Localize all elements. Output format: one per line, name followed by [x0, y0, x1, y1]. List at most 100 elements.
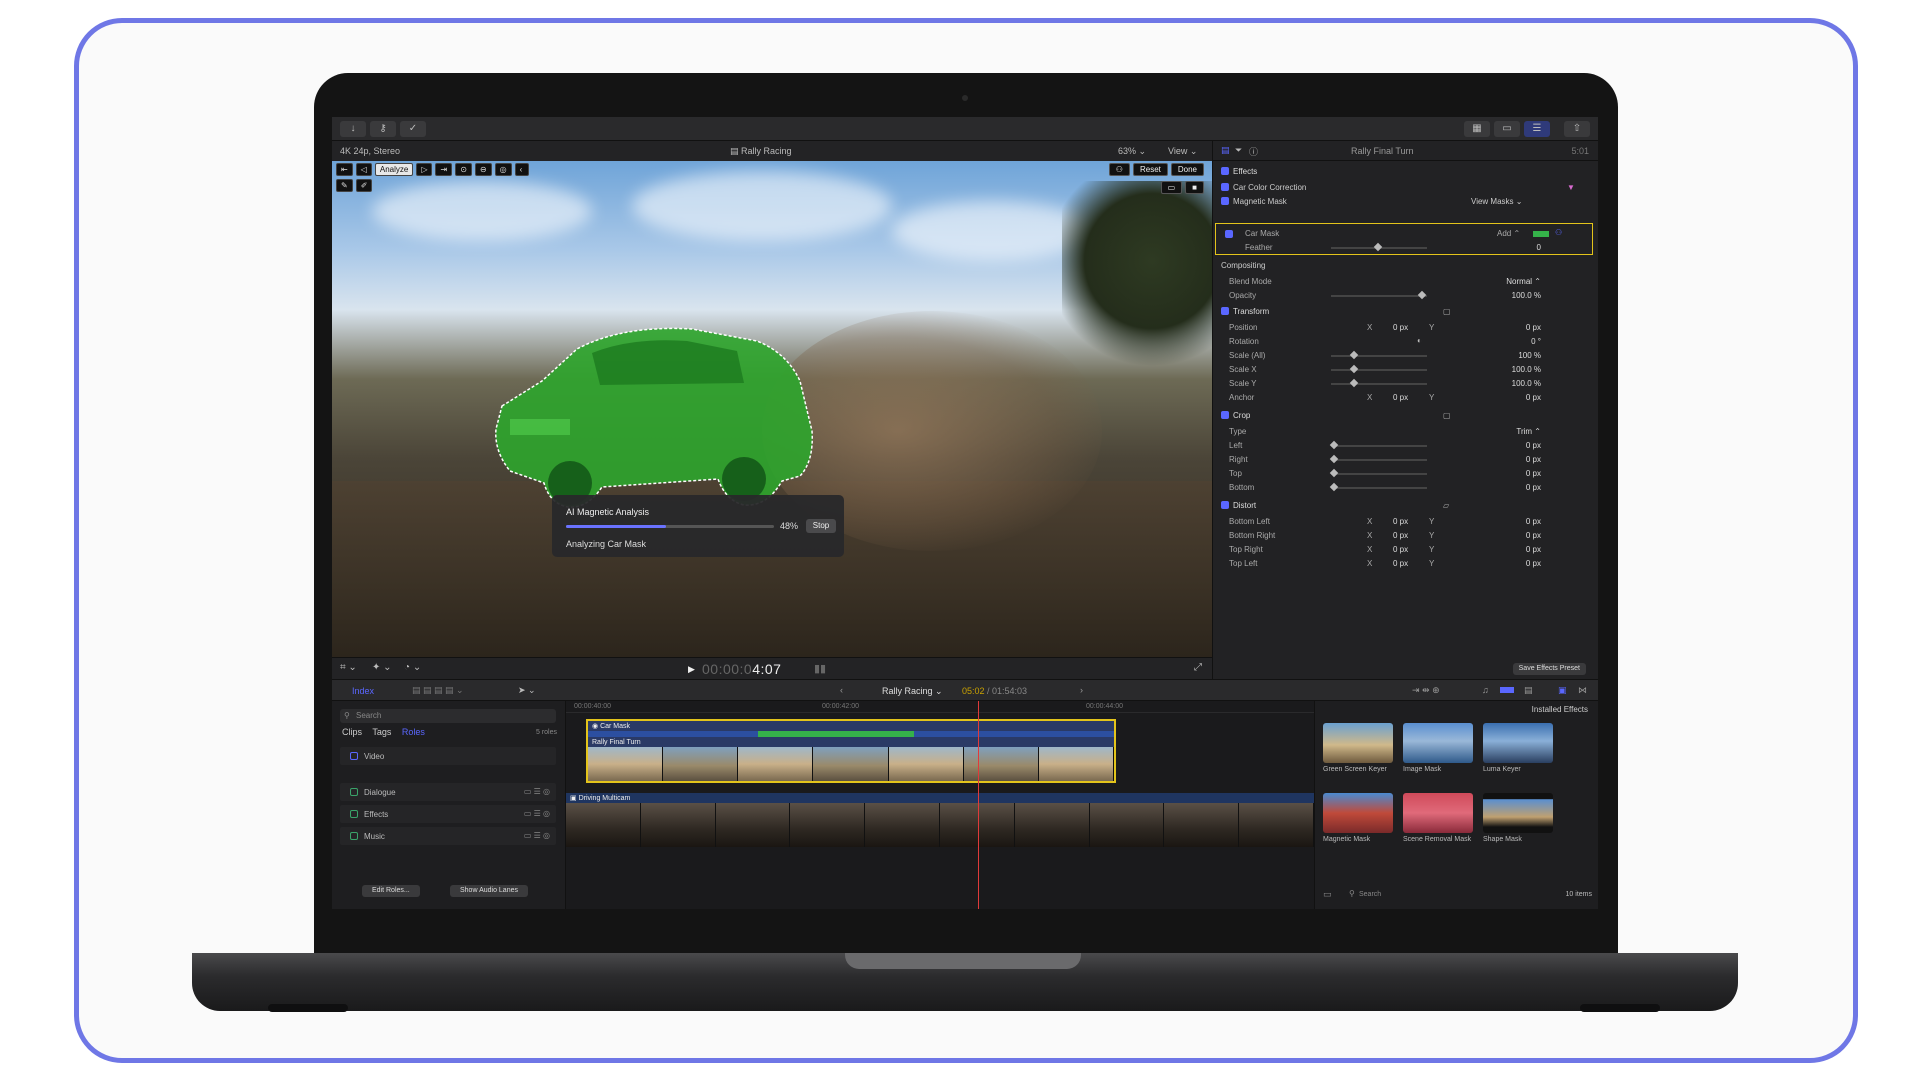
play-icon[interactable]: ▶ — [688, 664, 695, 675]
slider-knob[interactable] — [1417, 290, 1427, 300]
sidebar-toggle-icon[interactable]: ▭ — [1323, 889, 1332, 900]
crop-type-menu[interactable]: Trim ⌃ — [1516, 427, 1541, 436]
fullscreen-icon[interactable]: ⤢ — [1194, 662, 1202, 673]
viewer-canvas[interactable]: ⇤ ◁ Analyze ▷ ⇥ ⊙ ⊖ ◎ ‹ ✎ ✐ ⚇ Reset Done… — [332, 161, 1212, 657]
role-row-effects[interactable]: Effects ▭ ☰ ◎ — [340, 805, 556, 823]
checkbox-icon[interactable] — [1221, 183, 1229, 191]
checkbox-icon[interactable] — [350, 752, 358, 760]
role-lane-icons[interactable]: ▭ ☰ ◎ — [524, 787, 550, 796]
clip-filter-icon[interactable]: ▤ — [1524, 685, 1533, 696]
person-icon[interactable]: ⚇ — [1555, 228, 1562, 237]
scale-y-value[interactable]: 100.0 % — [1512, 379, 1541, 388]
brush-erase-icon[interactable]: ✐ — [355, 179, 373, 192]
tab-clips[interactable]: Clips — [342, 727, 362, 737]
tab-tags[interactable]: Tags — [372, 727, 391, 737]
checkbox-icon[interactable] — [1221, 197, 1229, 205]
top-left-y-value[interactable]: 0 px — [1526, 559, 1541, 568]
select-tool-icon[interactable]: ➤ ⌄ — [518, 685, 536, 696]
checkbox-icon[interactable] — [350, 832, 358, 840]
view-menu[interactable]: View ⌄ — [1168, 146, 1197, 157]
effect-item[interactable]: Green Screen Keyer — [1323, 723, 1393, 774]
slider-knob[interactable] — [1349, 364, 1359, 374]
effect-item[interactable]: Scene Removal Mask — [1403, 793, 1473, 844]
checkbox-icon[interactable] — [350, 788, 358, 796]
role-row-music[interactable]: Music ▭ ☰ ◎ — [340, 827, 556, 845]
crop-left-slider[interactable] — [1329, 440, 1427, 450]
slider-knob[interactable] — [1329, 482, 1339, 492]
headphones-icon[interactable]: ♫ — [1482, 685, 1489, 695]
keyword-icon[interactable]: ⚷ — [370, 121, 396, 137]
magnetic-mask-row[interactable]: Magnetic Mask View Masks ⌄ — [1221, 197, 1585, 211]
scale-x-value[interactable]: 100.0 % — [1512, 365, 1541, 374]
reset-button[interactable]: Reset — [1132, 163, 1168, 176]
top-right-x-value[interactable]: 0 px — [1393, 545, 1408, 554]
car-color-correction-row[interactable]: Car Color Correction ▼ — [1221, 183, 1585, 197]
timeline-edit-icons[interactable]: ⇥ ⇹ ⊕ — [1412, 685, 1440, 696]
save-effects-preset-button[interactable]: Save Effects Preset — [1512, 663, 1586, 675]
mask-add-icon[interactable]: ⊙ — [455, 163, 472, 176]
top-right-y-value[interactable]: 0 px — [1526, 545, 1541, 554]
import-icon[interactable]: ↓ — [340, 121, 366, 137]
video-inspector-icon[interactable]: ▤ — [1221, 145, 1230, 156]
crop-right-slider[interactable] — [1329, 454, 1427, 464]
scale-all-slider[interactable] — [1331, 350, 1427, 360]
crop-top-value[interactable]: 0 px — [1526, 469, 1541, 478]
opacity-slider[interactable] — [1331, 290, 1427, 300]
overlay-toggle-icon[interactable]: ▭ — [1160, 181, 1183, 194]
effect-item[interactable]: Magnetic Mask — [1323, 793, 1393, 844]
stop-button[interactable]: Stop — [806, 519, 836, 533]
playhead[interactable] — [978, 701, 979, 909]
crop-right-value[interactable]: 0 px — [1526, 455, 1541, 464]
history-back-icon[interactable]: ‹ — [840, 685, 843, 695]
checkbox-icon[interactable] — [350, 810, 358, 818]
effects-search-input[interactable]: Search — [1359, 891, 1381, 898]
crop-left-value[interactable]: 0 px — [1526, 441, 1541, 450]
done-button[interactable]: Done — [1170, 163, 1204, 176]
rotation-dial-icon[interactable]: ◐ — [1417, 336, 1422, 345]
crop-bottom-value[interactable]: 0 px — [1526, 483, 1541, 492]
transform-onscreen-icon[interactable]: ▢ — [1443, 307, 1451, 316]
effect-item[interactable]: Shape Mask — [1483, 793, 1553, 844]
crop-top-slider[interactable] — [1329, 468, 1427, 478]
scale-all-value[interactable]: 100 % — [1518, 351, 1541, 360]
analyze-button[interactable]: Analyze — [374, 163, 414, 176]
position-x-value[interactable]: 0 px — [1393, 323, 1408, 332]
anchor-y-value[interactable]: 0 px — [1526, 393, 1541, 402]
effect-item[interactable]: Luma Keyer — [1483, 723, 1553, 774]
car-mask-row[interactable]: Car Mask Add ⌃ ⚇ — [1221, 227, 1585, 241]
mask-subtract-icon[interactable]: ⊖ — [474, 163, 492, 176]
info-icon[interactable]: ⓘ — [1249, 145, 1258, 158]
bottom-right-x-value[interactable]: 0 px — [1393, 531, 1408, 540]
role-row-dialogue[interactable]: Dialogue ▭ ☰ ◎ — [340, 783, 556, 801]
tab-roles[interactable]: Roles — [402, 727, 425, 737]
alpha-toggle-icon[interactable]: ■ — [1185, 181, 1204, 194]
position-y-value[interactable]: 0 px — [1526, 323, 1541, 332]
filter-icon[interactable]: ⏷ — [1235, 145, 1242, 156]
rotation-value[interactable]: 0 ° — [1531, 337, 1541, 346]
transform-tool-icon[interactable]: ⌗ ⌄ — [340, 662, 357, 673]
timeline-area[interactable]: 00:00:40:00 00:00:42:00 00:00:44:00 ◉ Ca… — [566, 701, 1314, 909]
effects-section[interactable]: Effects — [1221, 167, 1585, 181]
transform-section[interactable]: Transform ▢ — [1221, 307, 1585, 321]
bottom-left-x-value[interactable]: 0 px — [1393, 517, 1408, 526]
target-icon[interactable]: ◎ — [494, 163, 512, 176]
person-menu-icon[interactable]: ⚇ — [1108, 163, 1130, 176]
slider-knob[interactable] — [1373, 242, 1383, 252]
history-forward-icon[interactable]: › — [1080, 685, 1083, 695]
checkbox-icon[interactable] — [1221, 501, 1229, 509]
feather-value[interactable]: 0 — [1537, 243, 1541, 252]
step-back-icon[interactable]: ◁ — [355, 163, 372, 176]
trim-end-icon[interactable]: ⇥ — [435, 163, 453, 176]
secondary-clip[interactable]: ▣ Driving Multicam — [566, 793, 1314, 847]
top-left-x-value[interactable]: 0 px — [1393, 559, 1408, 568]
slider-knob[interactable] — [1329, 454, 1339, 464]
add-mode-menu[interactable]: Add ⌃ — [1497, 229, 1520, 238]
speed-tool-icon[interactable]: ◔ ⌄ — [404, 662, 421, 673]
index-search-input[interactable]: Search — [340, 709, 556, 723]
feather-slider[interactable] — [1331, 242, 1427, 252]
enhance-tool-icon[interactable]: ✦ ⌄ — [372, 662, 392, 673]
show-audio-lanes-button[interactable]: Show Audio Lanes — [450, 885, 528, 897]
timeline-toggle-icon[interactable]: ▭ — [1494, 121, 1520, 137]
role-lane-icons[interactable]: ▭ ☰ ◎ — [524, 831, 550, 840]
scale-x-slider[interactable] — [1331, 364, 1427, 374]
